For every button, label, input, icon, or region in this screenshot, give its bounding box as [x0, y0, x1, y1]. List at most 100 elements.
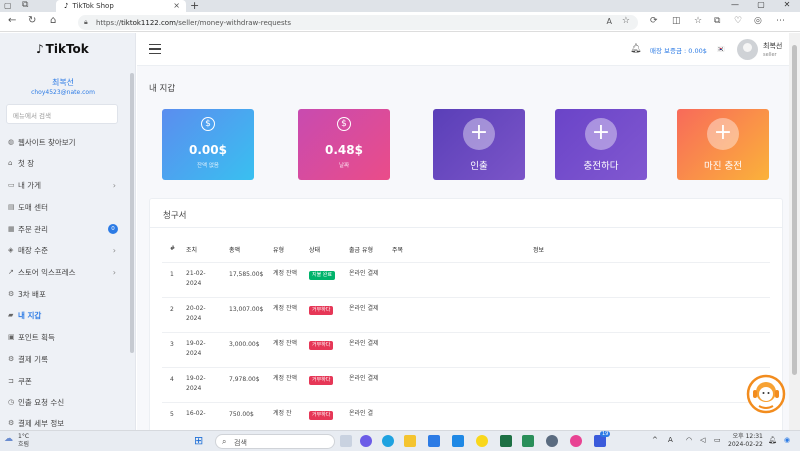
- sidebar-item-payment-history[interactable]: ⚙ 결제 기록: [8, 352, 124, 366]
- sidebar-item-label: 쿠폰: [18, 376, 32, 386]
- read-aloud-icon[interactable]: A: [607, 17, 612, 26]
- weather-widget[interactable]: ☁ 1°C 흐림: [4, 433, 29, 449]
- sidebar: ♪ TikTok 최복선 choy4523@nate.com 메뉴에서 검색 ◍…: [0, 33, 136, 430]
- store-deposit-text: 매장 보증금 : 0.00$: [650, 47, 707, 55]
- divider: [150, 227, 782, 228]
- sidebar-item-store-express[interactable]: ↗ 스토어 익스프레스 ›: [8, 265, 124, 279]
- clock[interactable]: 오후 12:31 2024-02-22: [728, 433, 763, 449]
- row-method: 온라인 결: [349, 410, 373, 417]
- sidebar-item-withdraw-requests[interactable]: ◷ 인출 요청 수신: [8, 395, 124, 409]
- new-tab-button[interactable]: +: [190, 0, 199, 12]
- more-menu-icon[interactable]: ⋯: [776, 16, 785, 26]
- favorites-icon[interactable]: ☆: [694, 16, 702, 26]
- row-amount: 17,585.00$: [229, 271, 264, 278]
- logo-text: TikTok: [45, 42, 89, 56]
- sidebar-item-home[interactable]: ⌂ 첫 장: [8, 156, 124, 170]
- payment-details-icon: ⚙: [8, 419, 15, 427]
- chevron-up-icon[interactable]: ^: [652, 436, 658, 444]
- main-content: 내 지갑 $ 0.00$ 잔액 없음 $ 0.48$ 날짜 + 인출 + 충전하…: [137, 66, 789, 438]
- browser-tab[interactable]: ♪ TikTok Shop ×: [56, 0, 186, 12]
- top-header: 🔔︎ 매장 보증금 : 0.00$ 🇰🇷︎ 최복선 seller: [137, 33, 789, 66]
- browser-menu-icon[interactable]: ▢: [4, 1, 12, 10]
- status-badge: 거부하다: [309, 341, 334, 350]
- row-method: 온라인 결제: [349, 340, 379, 347]
- collections-icon[interactable]: ⧉: [714, 16, 720, 26]
- sidebar-item-payment-details[interactable]: ⚙ 결제 세부 정보: [8, 416, 124, 430]
- row-type: 계정 잔액: [273, 340, 297, 347]
- windows-start-icon[interactable]: ⊞: [194, 434, 203, 447]
- chevron-right-icon: ›: [112, 180, 116, 190]
- chat-icon[interactable]: [360, 435, 372, 447]
- globe-icon: ◍: [8, 138, 15, 146]
- app-pink-icon[interactable]: [570, 435, 582, 447]
- maximize-icon[interactable]: ▢: [748, 0, 774, 9]
- file-explorer-icon[interactable]: [404, 435, 416, 447]
- url-bar[interactable]: 🔒︎ https://tiktok1122.com/seller/money-w…: [78, 15, 638, 30]
- menu-search-input[interactable]: 메뉴에서 검색: [6, 104, 118, 124]
- browser-essentials-icon[interactable]: ♡: [734, 16, 742, 26]
- distribution-icon: ⚙: [8, 290, 15, 298]
- avatar[interactable]: [737, 39, 758, 60]
- sidebar-item-store-level[interactable]: ◈ 매장 수준 ›: [8, 243, 124, 257]
- close-window-icon[interactable]: ✕: [774, 0, 800, 9]
- back-icon[interactable]: ←: [8, 15, 16, 26]
- home-icon[interactable]: ⌂: [50, 15, 56, 26]
- refresh-icon[interactable]: ↻: [28, 15, 36, 26]
- tab-title: TikTok Shop: [72, 2, 114, 10]
- notification-bell-icon[interactable]: 🔔︎: [768, 436, 777, 444]
- wifi-icon[interactable]: ◠: [686, 436, 692, 444]
- row-type: 계정 잔액: [273, 375, 297, 382]
- withdraw-button[interactable]: + 인출: [433, 109, 525, 180]
- task-view-icon[interactable]: [340, 435, 352, 447]
- volume-icon[interactable]: ◁: [700, 436, 705, 444]
- wholesale-icon: ▤: [8, 203, 15, 211]
- sidebar-item-browse-website[interactable]: ◍ 웹사이트 찾아보기: [8, 135, 124, 149]
- row-number: 2: [170, 306, 174, 313]
- bell-icon[interactable]: 🔔︎: [630, 44, 641, 54]
- excel-icon[interactable]: [500, 435, 512, 447]
- column-header-number: #: [170, 245, 176, 252]
- sidebar-item-label: 도매 센터: [18, 202, 48, 212]
- language-flag-icon[interactable]: 🇰🇷︎: [717, 46, 724, 53]
- hamburger-menu-icon[interactable]: [149, 44, 161, 57]
- balance-card: $ 0.00$ 잔액 없음: [162, 109, 254, 180]
- settings-icon[interactable]: [546, 435, 558, 447]
- battery-icon[interactable]: ▭: [714, 436, 721, 444]
- sidebar-item-coupon[interactable]: ⊐ 쿠폰: [8, 374, 124, 388]
- taskbar-search[interactable]: ⌕ 검색: [215, 434, 335, 449]
- row-method: 온라인 결제: [349, 270, 379, 277]
- tiktok-note-icon: ♪: [36, 42, 44, 56]
- sidebar-item-earn-points[interactable]: ▣ 포인트 획득: [8, 330, 124, 344]
- url-host: tiktok1122.com: [121, 18, 176, 27]
- invoice-title: 청구서: [163, 211, 187, 221]
- close-tab-icon[interactable]: ×: [173, 1, 180, 10]
- language-indicator-icon[interactable]: A: [668, 436, 673, 444]
- recharge-button[interactable]: + 충전하다: [555, 109, 647, 180]
- cloud-icon: ☁: [4, 434, 13, 444]
- sidebar-scrollbar[interactable]: [130, 73, 134, 353]
- sidebar-item-orders[interactable]: ▦ 주문 관리 0: [8, 222, 124, 236]
- sidebar-item-my-store[interactable]: ▭ 내 가게 ›: [8, 178, 124, 192]
- favorite-star-icon[interactable]: ☆: [622, 16, 630, 26]
- profile-icon[interactable]: ◎: [754, 16, 762, 26]
- split-screen-icon[interactable]: ◫: [672, 16, 681, 26]
- page-scrollbar[interactable]: [789, 33, 800, 430]
- edge-icon[interactable]: [382, 435, 394, 447]
- kakaotalk-icon[interactable]: [476, 435, 488, 447]
- tiktok-logo[interactable]: ♪ TikTok: [36, 42, 89, 56]
- sidebar-item-wholesale[interactable]: ▤ 도매 센터: [8, 200, 124, 214]
- margin-recharge-button[interactable]: + 마진 충전: [677, 109, 769, 180]
- row-type: 계정 잔: [273, 410, 292, 417]
- customer-service-icon[interactable]: [745, 373, 787, 415]
- sidebar-item-distribution[interactable]: ⚙ 3차 배포: [8, 287, 124, 301]
- minimize-icon[interactable]: —: [722, 0, 748, 9]
- plus-icon: +: [707, 118, 739, 150]
- tab-actions-icon[interactable]: ⧉: [22, 0, 28, 10]
- mail-icon[interactable]: [428, 435, 440, 447]
- copilot-icon[interactable]: ◉: [784, 436, 790, 444]
- app-icon[interactable]: [522, 435, 534, 447]
- store-app-icon[interactable]: [452, 435, 464, 447]
- sidebar-item-my-wallet[interactable]: ▰ 내 지갑: [8, 308, 124, 322]
- table-row: 1 21-02-2024 17,585.00$ 계정 잔액 지불 완료 온라인 …: [162, 262, 770, 297]
- extension-icon[interactable]: ⟳: [650, 16, 658, 26]
